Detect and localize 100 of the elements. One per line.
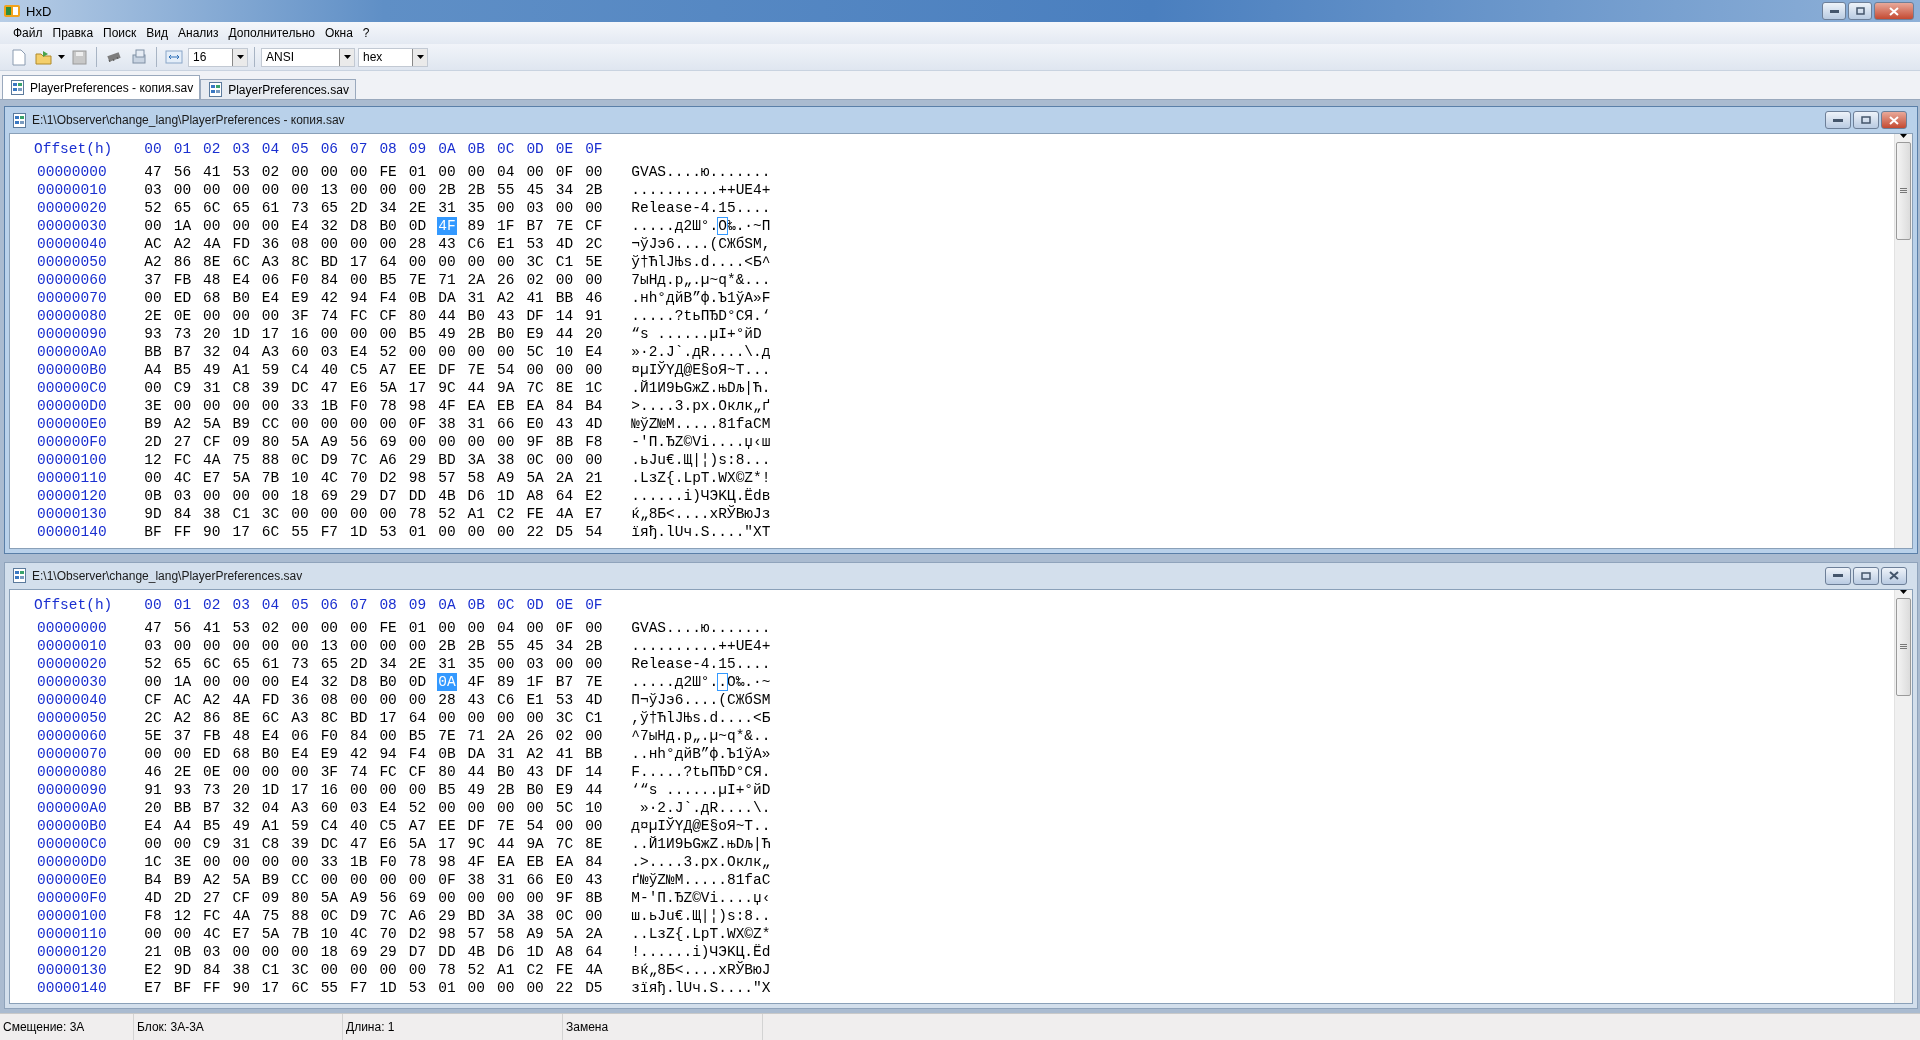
hex-byte[interactable]: 00	[436, 253, 457, 271]
hex-byte[interactable]: 55	[495, 636, 516, 655]
hex-byte[interactable]: B0	[231, 289, 252, 307]
hex-byte[interactable]: 02	[260, 618, 281, 637]
hex-byte[interactable]: 10	[583, 798, 604, 817]
hex-byte[interactable]: 14	[554, 307, 575, 325]
hex-byte[interactable]: 18	[289, 487, 310, 505]
hex-byte[interactable]: 00	[436, 433, 457, 451]
hex-byte[interactable]: 03	[143, 181, 163, 199]
hex-byte[interactable]: DF	[554, 762, 575, 781]
hex-byte[interactable]: 00	[407, 343, 428, 361]
hex-byte[interactable]: E4	[378, 798, 399, 817]
hex-byte[interactable]: 2A	[466, 271, 487, 289]
hex-byte[interactable]: 00	[378, 690, 399, 709]
hex-byte[interactable]: 00	[407, 960, 428, 979]
hex-byte[interactable]: 70	[348, 469, 369, 487]
hex-byte[interactable]: FD	[260, 690, 281, 709]
hex-byte[interactable]: 00	[466, 888, 487, 907]
hex-byte[interactable]: 00	[231, 487, 252, 505]
hex-byte[interactable]: 1A	[172, 672, 193, 691]
hex-byte[interactable]: 00	[583, 199, 604, 217]
hex-byte[interactable]: 7E	[436, 726, 457, 745]
hex-byte[interactable]: 00	[554, 361, 575, 379]
hex-byte[interactable]: 1D	[231, 325, 252, 343]
hex-byte[interactable]: 49	[466, 780, 487, 799]
hex-byte[interactable]: 65	[231, 654, 252, 673]
hex-byte[interactable]: FB	[172, 271, 193, 289]
hex-byte[interactable]: BD	[348, 708, 369, 727]
menu-item[interactable]: Файл	[8, 24, 48, 42]
hex-byte[interactable]: FC	[201, 906, 222, 925]
hex-byte[interactable]: 4F	[466, 852, 487, 871]
hex-byte[interactable]: 06	[289, 726, 310, 745]
hex-byte[interactable]: 00	[231, 217, 252, 235]
hex-byte[interactable]: F0	[348, 397, 369, 415]
hex-byte[interactable]: A3	[260, 253, 281, 271]
hex-byte[interactable]: 00	[436, 708, 457, 727]
hex-byte[interactable]: 16	[289, 325, 310, 343]
hex-byte[interactable]: 4D	[143, 888, 163, 907]
hex-byte[interactable]: 10	[289, 469, 310, 487]
hex-byte[interactable]: 00	[260, 181, 281, 199]
hex-byte[interactable]: 4B	[466, 942, 487, 961]
hex-byte[interactable]: 32	[319, 672, 340, 691]
hex-byte[interactable]: 00	[525, 888, 546, 907]
hex-byte[interactable]: 00	[466, 978, 487, 997]
hex-byte[interactable]: 00	[436, 163, 457, 181]
hex-byte[interactable]: BB	[143, 343, 163, 361]
hex-byte[interactable]: 00	[143, 744, 163, 763]
hex-byte[interactable]: 48	[201, 271, 222, 289]
hex-byte[interactable]: 2B	[466, 181, 487, 199]
hex-byte[interactable]: 00	[525, 708, 546, 727]
hex-byte[interactable]: 0D	[407, 672, 428, 691]
hex-byte[interactable]: C1	[231, 505, 252, 523]
hex-byte[interactable]: 00	[583, 271, 604, 289]
hex-byte[interactable]: 1F	[525, 672, 546, 691]
hex-byte[interactable]: 00	[201, 307, 222, 325]
hex-byte[interactable]: E4	[260, 289, 281, 307]
hex-byte[interactable]: 0B	[436, 744, 457, 763]
hex-byte[interactable]: 80	[289, 888, 310, 907]
hex-byte[interactable]: 00	[172, 834, 193, 853]
hex-byte[interactable]: 00	[495, 708, 516, 727]
hex-byte[interactable]: 00	[436, 523, 457, 541]
hex-byte[interactable]: 5A	[231, 469, 252, 487]
hex-byte[interactable]: D9	[348, 906, 369, 925]
hex-byte[interactable]: 61	[260, 654, 281, 673]
hex-byte[interactable]: 64	[583, 942, 604, 961]
hex-byte[interactable]: EA	[495, 852, 516, 871]
menu-item[interactable]: Правка	[47, 24, 99, 42]
hex-byte[interactable]: 4A	[231, 906, 252, 925]
hex-byte[interactable]: 00	[348, 505, 369, 523]
hex-byte[interactable]: B4	[143, 870, 163, 889]
hex-byte[interactable]: 1C	[143, 852, 163, 871]
hex-byte[interactable]: 47	[143, 163, 163, 181]
hex-byte[interactable]: E4	[289, 744, 310, 763]
hex-byte[interactable]: 00	[289, 618, 310, 637]
hex-byte[interactable]: 38	[466, 870, 487, 889]
hex-byte[interactable]: 01	[436, 978, 457, 997]
hex-byte[interactable]: 00	[466, 798, 487, 817]
hex-byte[interactable]: 91	[143, 780, 163, 799]
hex-byte[interactable]: 52	[378, 343, 399, 361]
hex-byte[interactable]: 0B	[143, 487, 163, 505]
menu-item[interactable]: Анализ	[173, 24, 224, 42]
hex-byte[interactable]: 9C	[436, 379, 457, 397]
hex-byte[interactable]: 32	[231, 798, 252, 817]
hex-byte[interactable]: 9A	[495, 379, 516, 397]
hex-byte[interactable]: 47	[319, 379, 340, 397]
hex-byte[interactable]: B5	[407, 726, 428, 745]
hex-byte[interactable]: 41	[525, 289, 546, 307]
hex-byte[interactable]: 57	[466, 924, 487, 943]
hex-byte[interactable]: 70	[378, 924, 399, 943]
hex-byte[interactable]: 00	[436, 888, 457, 907]
hex-byte[interactable]: FE	[554, 960, 575, 979]
hex-byte[interactable]: 52	[143, 199, 163, 217]
hex-byte[interactable]: 52	[466, 960, 487, 979]
hex-byte[interactable]: C5	[348, 361, 369, 379]
hex-byte[interactable]: 00	[466, 253, 487, 271]
hex-byte[interactable]: A1	[466, 505, 487, 523]
hex-byte[interactable]: C1	[260, 960, 281, 979]
hex-byte[interactable]: 09	[260, 888, 281, 907]
hex-byte[interactable]: 66	[525, 870, 546, 889]
hex-byte[interactable]: 04	[260, 798, 281, 817]
